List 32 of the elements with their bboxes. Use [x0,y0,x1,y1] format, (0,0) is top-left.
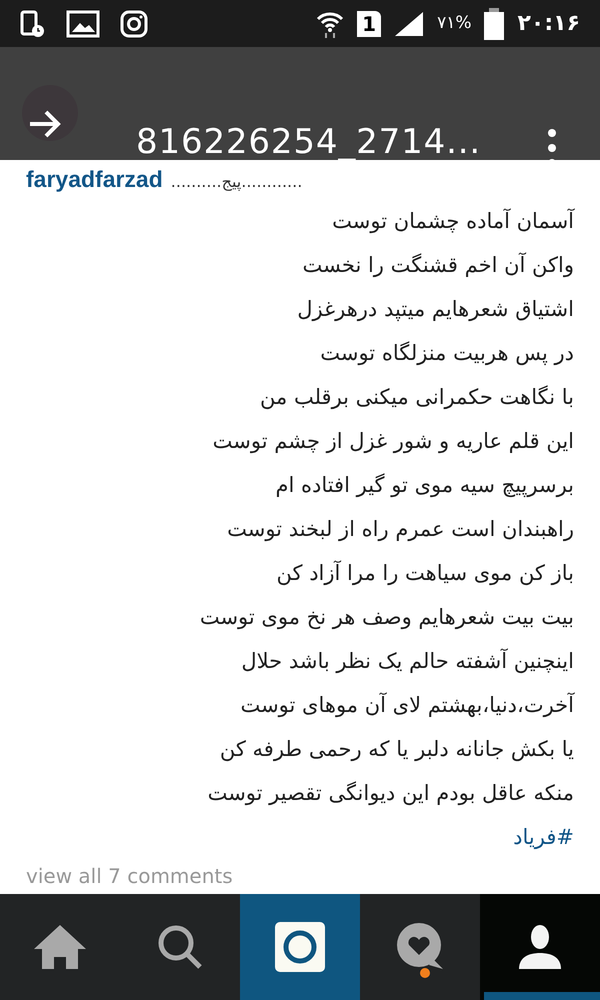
poem-line: این قلم عاریه و شور غزل از چشم توست [212,428,574,456]
heart-bubble-icon[interactable] [395,923,445,971]
search-icon[interactable] [156,923,204,971]
hashtag-link[interactable]: #فریاد [513,814,574,858]
username[interactable]: faryadfarzad [26,162,163,196]
poem-line: برسرپیچ سیه موی تو گیر افتاده ام [275,472,574,500]
poem-line: آسمان آماده چشمان توست [332,207,574,236]
home-icon[interactable] [32,923,88,971]
poem-line: اشتیاق شعرهایم میتپد درهرغزل [297,296,574,324]
sim-card-badge: 1 [357,10,382,36]
poem-line: باز کن موی سیاهت را مرا آزاد کن [276,560,574,588]
poem-line: واکن آن اخم قشنگت را نخست [302,252,574,280]
battery-icon [483,8,506,40]
window-title: 816226254_2714... [136,125,482,159]
phone-clock-icon [20,10,46,38]
poem-line: منکه عاقل بودم این دیوانگی تقصیر توست [208,780,574,808]
profile-icon[interactable] [518,923,562,971]
battery-percent: ۷۱% [437,12,472,35]
image-icon [66,10,100,38]
poem-line: در پس هربیت منزلگاه توست [320,340,574,368]
poem-line: بیت بیت شعرهایم وصف هر نخ موی توست [200,604,574,632]
caption-text: ..........پیج............ [170,171,302,193]
poem-line: اینچنین آشفته حالم یک نظر باشد حلال [241,647,574,676]
back-arrow-icon[interactable] [28,109,62,139]
signal-icon [393,10,426,38]
poem-line: راهبندان است عمرم راه از لبخند توست [227,516,574,544]
poem-line: یا بکش جانانه دلبر یا که رحمی طرفه کن [220,736,574,764]
clock: ۲۰:۱۶ [517,10,580,38]
camera-icon [120,10,148,38]
poem-line: آخرت،دنیا،بهشتم لای آن موهای توست [240,691,574,720]
poem-line: با نگاهت حکمرانی میکنی برقلب من [260,384,574,412]
camera-icon[interactable] [275,922,325,972]
